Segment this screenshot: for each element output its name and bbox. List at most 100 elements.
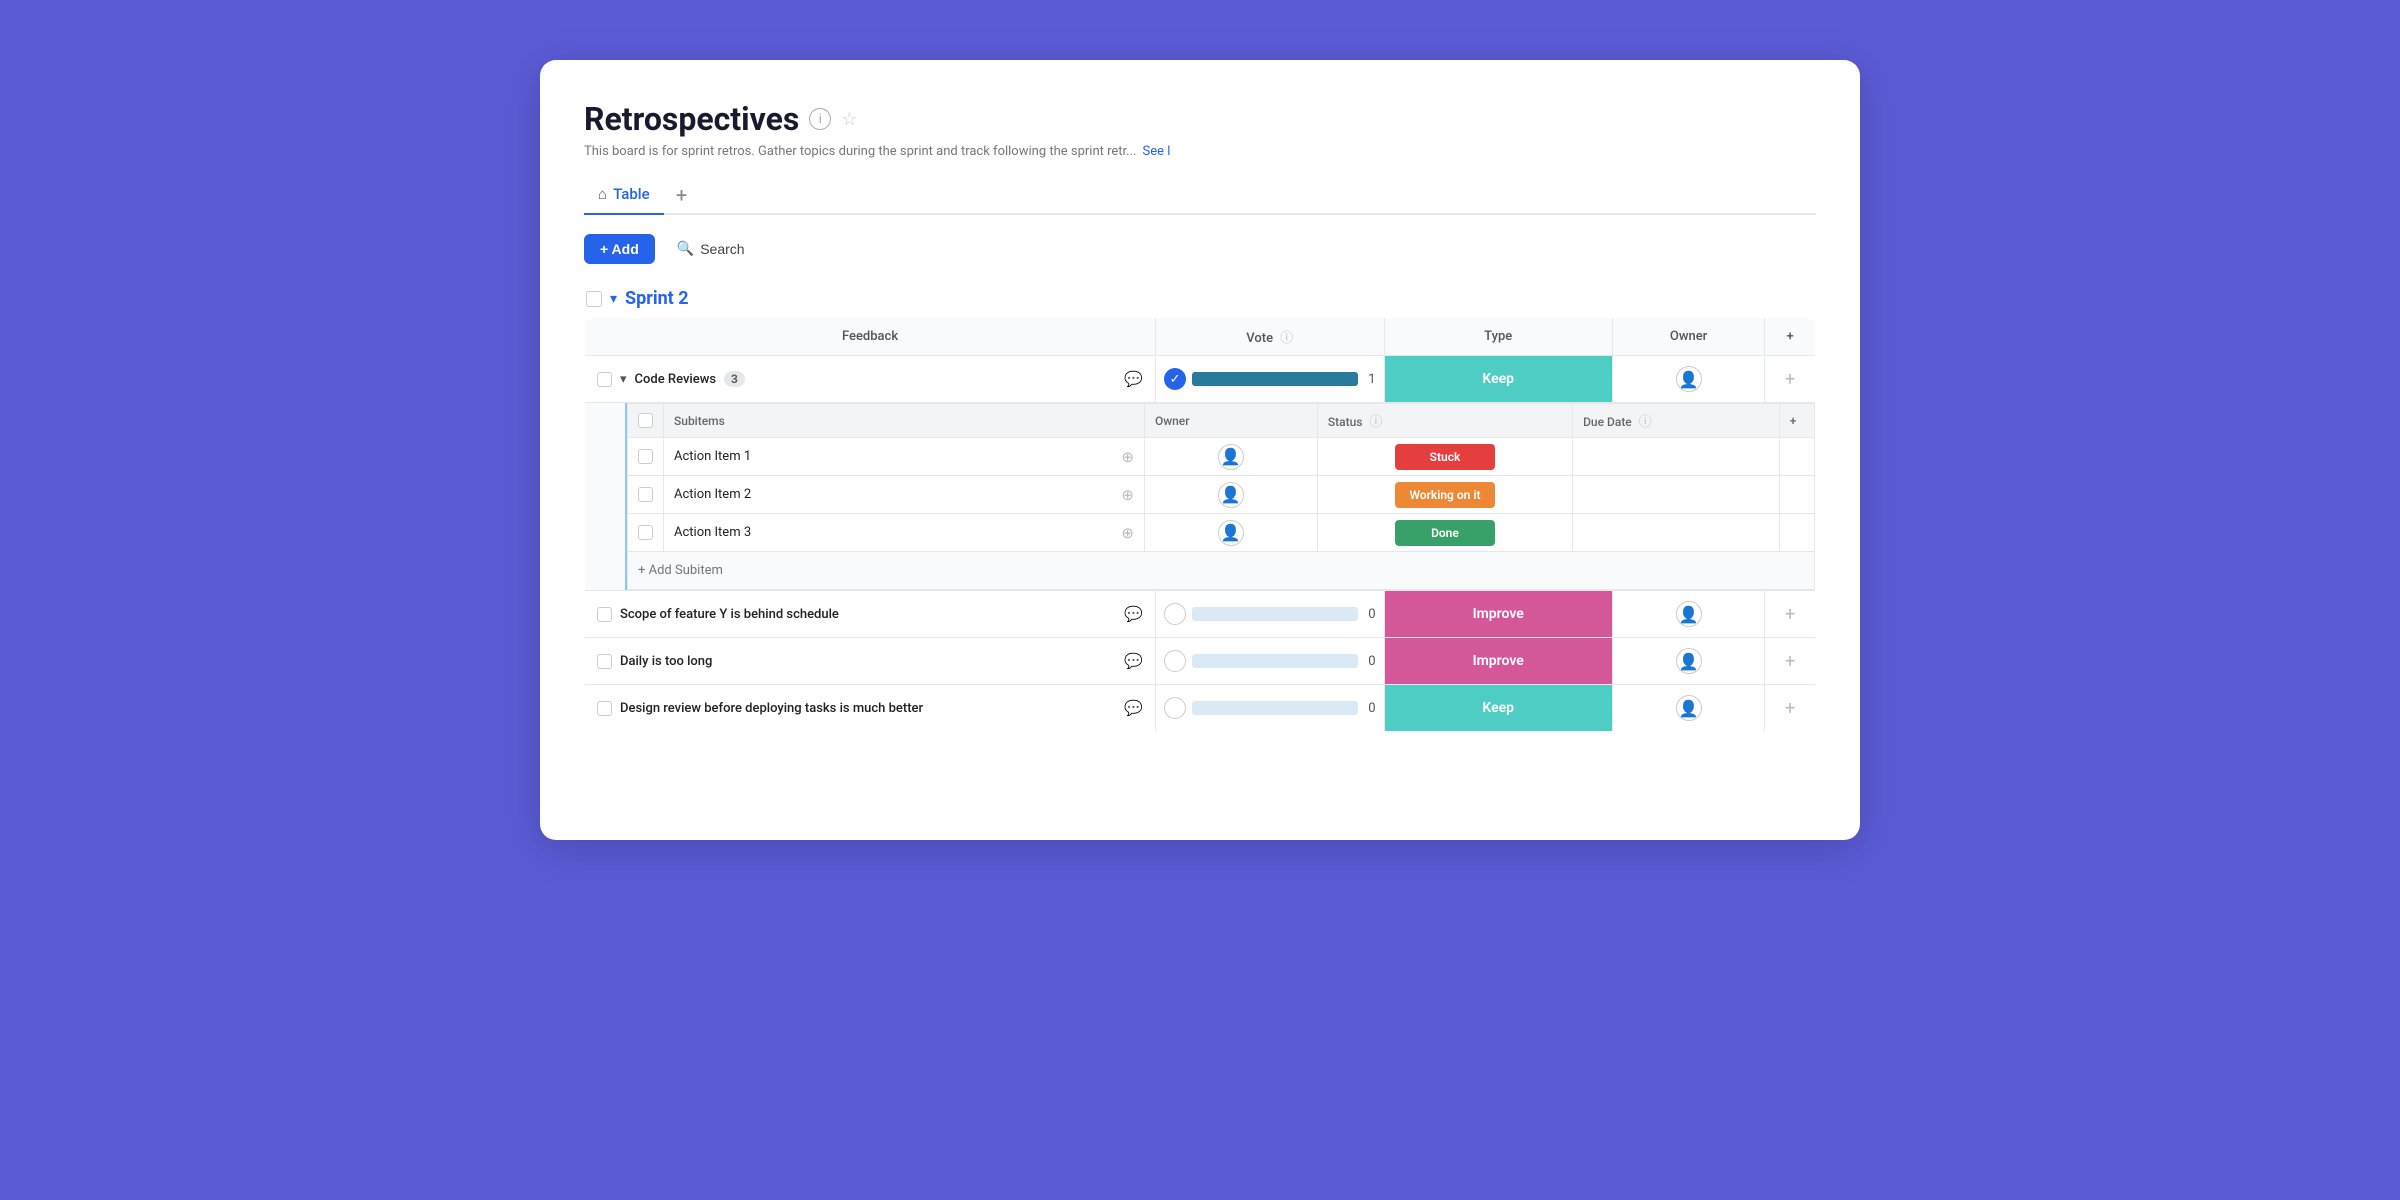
th-subitems: Subitems [664,404,1145,438]
add-subitem-row[interactable]: + Add Subitem [628,552,1815,590]
status-badge[interactable]: Done [1395,520,1495,546]
row-checkbox[interactable] [597,372,612,387]
feedback-text: Code Reviews [635,372,717,387]
subitem-name-cell: Action Item 2 ⊕ [664,476,1145,514]
add-subitem-button[interactable]: + Add Subitem [638,563,723,578]
subitems-row: Subitems Owner Status ⓘ Due Date [585,403,1816,591]
type-badge[interactable]: Improve [1385,591,1612,637]
page-description: This board is for sprint retros. Gather … [584,144,1816,159]
subitem-checkbox[interactable] [638,487,653,502]
type-cell: Keep [1384,685,1612,732]
owner-avatar: 👤 [1676,695,1702,721]
row-checkbox[interactable] [597,654,612,669]
subitem-add-col[interactable] [1779,476,1814,514]
search-button[interactable]: 🔍 Search [665,233,757,264]
see-more-link[interactable]: See l [1142,144,1170,159]
add-subitem-cell[interactable]: + Add Subitem [628,552,1815,590]
vote-check-icon[interactable]: ✓ [1164,368,1186,390]
sprint-section: ▾ Sprint 2 Feedback Vote ⓘ Type Owner + [584,288,1816,732]
subitem-add-icon[interactable]: ⊕ [1121,448,1134,466]
owner-avatar: 👤 [1676,648,1702,674]
th-type: Type [1384,318,1612,356]
main-table: Feedback Vote ⓘ Type Owner + ▾ [584,317,1816,732]
status-badge[interactable]: Stuck [1395,444,1495,470]
vote-circle[interactable] [1164,650,1186,672]
vote-circle[interactable] [1164,697,1186,719]
vote-cell: 0 [1156,591,1384,638]
table-row: Scope of feature Y is behind schedule 💬 … [585,591,1816,638]
vote-bar [1192,372,1357,386]
subitem-owner-avatar: 👤 [1218,482,1244,508]
type-badge-keep[interactable]: Keep [1385,356,1612,402]
app-card: Retrospectives i ☆ This board is for spr… [540,60,1860,840]
type-badge[interactable]: Keep [1385,685,1612,731]
comment-icon[interactable]: 💬 [1124,652,1143,670]
subitem-owner-avatar: 👤 [1218,520,1244,546]
info-icon[interactable]: i [809,108,831,130]
vote-info-icon[interactable]: ⓘ [1280,331,1293,346]
subitem-add-icon[interactable]: ⊕ [1121,486,1134,504]
subitems-wrapper: Subitems Owner Status ⓘ Due Date [585,403,1815,590]
feedback-text: Scope of feature Y is behind schedule [620,607,839,622]
th-sub-status: Status ⓘ [1317,404,1572,438]
sub-all-checkbox[interactable] [638,413,653,428]
subitem-owner-avatar: 👤 [1218,444,1244,470]
status-info-icon[interactable]: ⓘ [1369,415,1382,430]
subitem-add-col[interactable] [1779,514,1814,552]
subitem-checkbox[interactable] [638,449,653,464]
th-vote: Vote ⓘ [1156,318,1384,356]
vote-cell: 0 [1156,685,1384,732]
subitem-name: Action Item 2 [674,487,751,502]
expand-icon[interactable]: ▾ [620,372,627,387]
row-checkbox[interactable] [597,607,612,622]
page-header: Retrospectives i ☆ [584,100,1816,138]
tab-add-button[interactable]: + [668,181,696,209]
sprint-title: Sprint 2 [625,288,689,309]
comment-icon[interactable]: 💬 [1124,605,1143,623]
th-add[interactable]: + [1765,318,1816,356]
subitem-status-cell: Working on it [1317,476,1572,514]
add-col[interactable]: + [1765,685,1816,732]
th-sub-add[interactable]: + [1779,404,1814,438]
vote-circle[interactable] [1164,603,1186,625]
status-badge[interactable]: Working on it [1395,482,1495,508]
subitem-add-icon[interactable]: ⊕ [1121,524,1134,542]
feedback-text: Daily is too long [620,654,712,669]
add-button[interactable]: + Add [584,234,655,264]
sprint-checkbox[interactable] [586,291,602,307]
subitem-name-cell: Action Item 1 ⊕ [664,438,1145,476]
table-row: Daily is too long 💬 0 Improve 👤 + [585,638,1816,685]
code-reviews-owner-cell: 👤 [1612,356,1764,403]
table-row: Design review before deploying tasks is … [585,685,1816,732]
add-col[interactable]: + [1765,638,1816,685]
vote-count: 1 [1364,372,1376,387]
duedate-info-icon[interactable]: ⓘ [1639,415,1652,430]
th-sub-owner: Owner [1144,404,1317,438]
type-badge[interactable]: Improve [1385,638,1612,684]
feedback-cell: Daily is too long 💬 [585,638,1156,685]
vote-count: 0 [1364,607,1376,622]
type-cell: Improve [1384,638,1612,685]
sprint-chevron[interactable]: ▾ [610,291,617,307]
th-feedback: Feedback [585,318,1156,356]
add-col[interactable]: + [1765,356,1816,403]
empty-vote-bar [1192,654,1357,668]
subitems-cell: Subitems Owner Status ⓘ Due Date [585,403,1816,591]
subitems-inner: Subitems Owner Status ⓘ Due Date [625,403,1815,590]
subitem-add-col[interactable] [1779,438,1814,476]
subitem-duedate-cell [1573,438,1780,476]
comment-icon[interactable]: 💬 [1124,370,1143,388]
subitem-name-cell: Action Item 3 ⊕ [664,514,1145,552]
subitem-checkbox[interactable] [638,525,653,540]
owner-avatar: 👤 [1676,366,1702,392]
tab-table[interactable]: ⌂ Table [584,177,664,215]
comment-icon[interactable]: 💬 [1124,699,1143,717]
star-icon[interactable]: ☆ [841,109,857,130]
row-checkbox[interactable] [597,701,612,716]
tabs-row: ⌂ Table + [584,177,1816,215]
code-reviews-vote-cell: ✓ 1 [1156,356,1384,403]
subitem-row: Action Item 2 ⊕ 👤 Working on it [628,476,1815,514]
empty-vote-bar [1192,701,1357,715]
owner-cell: 👤 [1612,638,1764,685]
add-col[interactable]: + [1765,591,1816,638]
